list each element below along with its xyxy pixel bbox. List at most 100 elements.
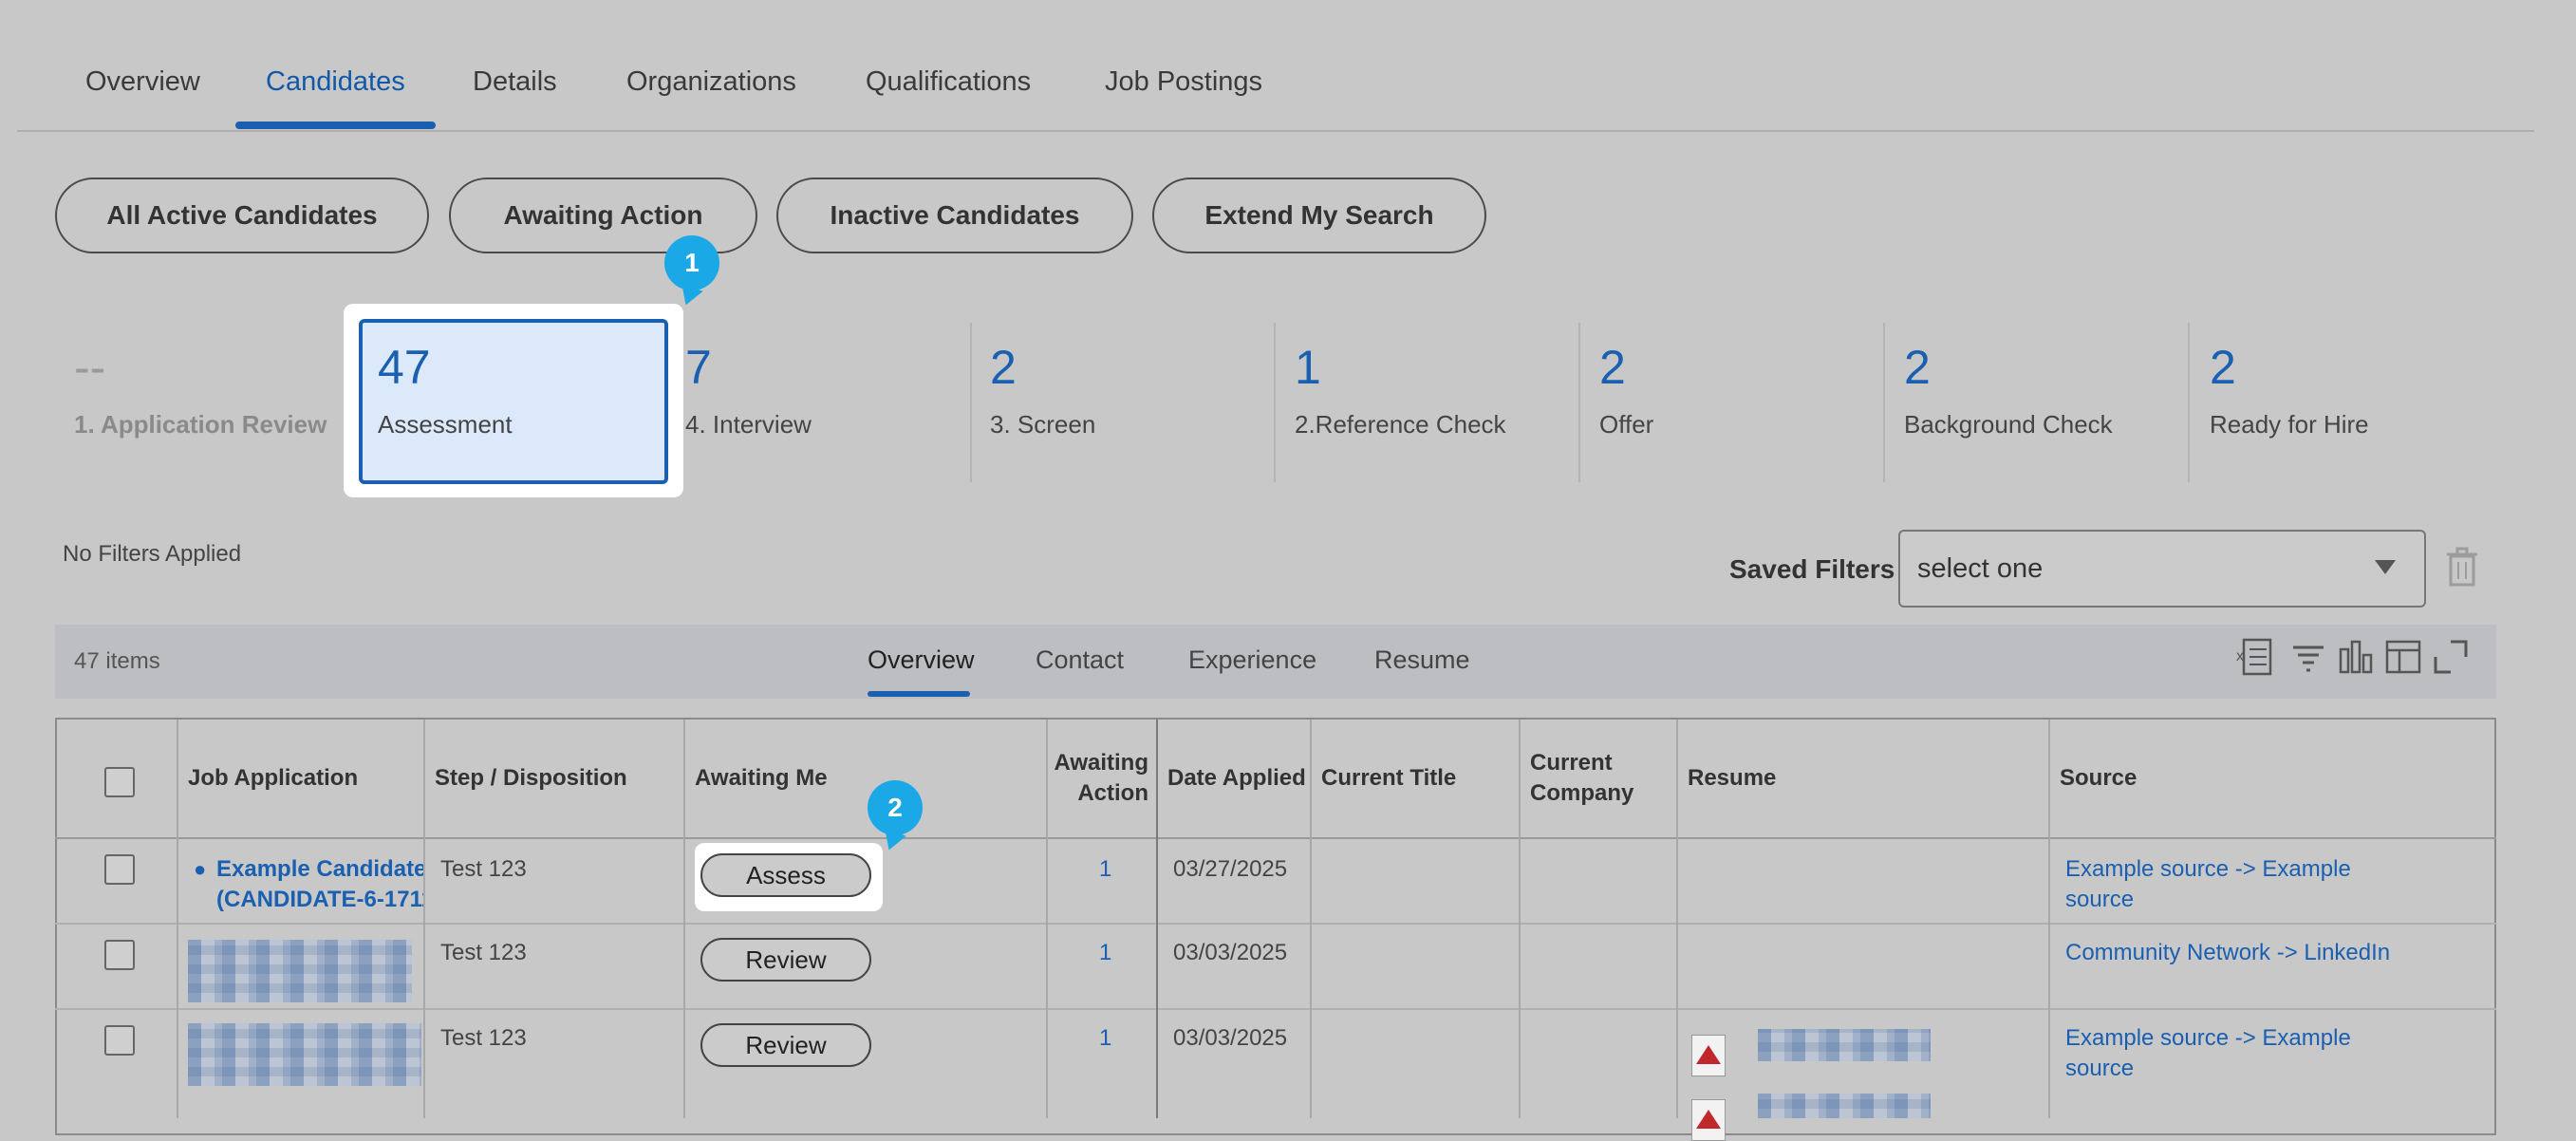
tab-candidates[interactable]: Candidates	[266, 66, 405, 98]
awaiting-action-count[interactable]: 1	[1099, 1023, 1111, 1054]
delete-icon[interactable]	[2443, 547, 2481, 589]
tab-qualifications[interactable]: Qualifications	[866, 66, 1031, 98]
filter-icon[interactable]	[2287, 636, 2329, 678]
stage-divider	[1274, 323, 1276, 482]
stage-background-check[interactable]: 2 Background Check	[1904, 323, 2187, 482]
redacted-candidate	[188, 1023, 421, 1086]
stage-count: 7	[685, 341, 712, 394]
col-header-awaiting-action[interactable]: Awaiting Action	[1048, 748, 1148, 809]
source-link[interactable]: Example source -> Example source	[2065, 1023, 2351, 1084]
tab-job-postings[interactable]: Job Postings	[1105, 66, 1262, 98]
columns-icon[interactable]	[2382, 636, 2424, 678]
stage-count: --	[74, 341, 106, 394]
row-checkbox[interactable]	[104, 1025, 135, 1056]
subtab-indicator	[868, 691, 970, 697]
col-header-step[interactable]: Step / Disposition	[435, 763, 627, 794]
stage-count: 2	[990, 341, 1017, 394]
pdf-icon[interactable]	[1691, 1099, 1726, 1141]
stage-divider	[1883, 323, 1885, 482]
awaiting-action-count[interactable]: 1	[1099, 938, 1111, 968]
stage-label: Offer	[1599, 410, 1654, 439]
step-disposition: Test 123	[440, 1025, 527, 1051]
source-link[interactable]: Example source -> Example source	[2065, 854, 2351, 915]
stage-reference-check[interactable]: 1 2.Reference Check	[1295, 323, 1577, 482]
stage-count: 47	[378, 341, 431, 394]
stage-count: 2	[1599, 341, 1626, 394]
stage-label: 2.Reference Check	[1295, 410, 1506, 439]
assess-button[interactable]: Assess	[700, 853, 871, 897]
col-header-date-applied[interactable]: Date Applied	[1167, 763, 1306, 794]
tab-organizations[interactable]: Organizations	[626, 66, 796, 98]
col-header-source[interactable]: Source	[2060, 763, 2137, 794]
column-divider	[1310, 720, 1312, 1118]
step-disposition: Test 123	[440, 940, 527, 965]
awaiting-action-button[interactable]: Awaiting Action	[449, 178, 757, 253]
stage-label: 4. Interview	[685, 410, 812, 439]
stage-interview[interactable]: 7 4. Interview	[685, 323, 970, 482]
all-active-candidates-button[interactable]: All Active Candidates	[55, 178, 429, 253]
stage-ready-for-hire[interactable]: 2 Ready for Hire	[2210, 323, 2492, 482]
pdf-icon[interactable]	[1691, 1035, 1726, 1076]
active-tab-indicator	[235, 122, 436, 129]
fullscreen-icon[interactable]	[2430, 636, 2472, 678]
row-checkbox[interactable]	[104, 854, 135, 885]
redacted-resume	[1758, 1094, 1931, 1118]
row-divider	[55, 923, 2496, 925]
stage-label: 1. Application Review	[74, 410, 327, 439]
callout-marker: 2	[868, 780, 923, 835]
step-disposition: Test 123	[440, 856, 527, 882]
candidate-link[interactable]: Example Candidate (CANDIDATE-6-1711	[216, 854, 423, 915]
column-divider	[177, 720, 178, 1118]
date-applied: 03/03/2025	[1173, 940, 1288, 965]
redacted-resume	[1758, 1029, 1931, 1061]
date-applied: 03/03/2025	[1173, 1025, 1288, 1051]
tab-overview[interactable]: Overview	[85, 66, 200, 98]
extend-my-search-button[interactable]: Extend My Search	[1152, 178, 1486, 253]
svg-text:x: x	[2236, 648, 2244, 664]
col-header-resume[interactable]: Resume	[1688, 763, 1776, 794]
col-header-current-title[interactable]: Current Title	[1321, 763, 1456, 794]
stage-screen[interactable]: 2 3. Screen	[990, 323, 1273, 482]
stage-divider	[970, 323, 972, 482]
stage-count: 2	[1904, 341, 1931, 394]
column-divider	[1519, 720, 1521, 1118]
select-all-checkbox[interactable]	[104, 767, 135, 797]
stage-label: Ready for Hire	[2210, 410, 2369, 439]
saved-filters-value: select one	[1917, 552, 2044, 584]
column-divider	[2048, 720, 2050, 1118]
saved-filters-label: Saved Filters	[1729, 554, 1895, 584]
col-header-current-company[interactable]: Current Company	[1530, 748, 1633, 809]
export-excel-icon[interactable]: x	[2234, 636, 2276, 678]
row-divider	[55, 1008, 2496, 1010]
stage-divider	[2188, 323, 2190, 482]
saved-filters-select[interactable]: select one	[1898, 530, 2426, 608]
status-dot: ●	[194, 857, 207, 881]
col-header-job-application[interactable]: Job Application	[188, 763, 358, 794]
col-header-awaiting-me[interactable]: Awaiting Me	[695, 763, 828, 794]
subtab-experience[interactable]: Experience	[1188, 645, 1316, 675]
tabs-divider	[17, 130, 2534, 132]
item-count: 47 items	[74, 648, 160, 674]
review-button[interactable]: Review	[700, 1023, 871, 1067]
stage-divider	[1578, 323, 1580, 482]
source-link[interactable]: Community Network -> LinkedIn	[2065, 938, 2390, 968]
subtab-resume[interactable]: Resume	[1374, 645, 1470, 675]
review-button[interactable]: Review	[700, 938, 871, 982]
subtab-contact[interactable]: Contact	[1036, 645, 1124, 675]
column-divider	[683, 720, 685, 1118]
tab-details[interactable]: Details	[473, 66, 557, 98]
stage-assessment[interactable]: 47 Assessment	[359, 319, 668, 484]
stage-application-review[interactable]: -- 1. Application Review	[74, 323, 340, 482]
inactive-candidates-button[interactable]: Inactive Candidates	[776, 178, 1133, 253]
chart-icon[interactable]	[2335, 636, 2377, 678]
subtab-overview[interactable]: Overview	[868, 645, 975, 675]
stage-label: 3. Screen	[990, 410, 1096, 439]
row-checkbox[interactable]	[104, 940, 135, 970]
stage-label: Background Check	[1904, 410, 2113, 439]
redacted-candidate	[188, 940, 412, 1002]
callout-marker: 1	[664, 235, 719, 290]
stage-count: 1	[1295, 341, 1321, 394]
stage-offer[interactable]: 2 Offer	[1599, 323, 1882, 482]
column-divider	[1676, 720, 1678, 1118]
awaiting-action-count[interactable]: 1	[1099, 854, 1111, 885]
